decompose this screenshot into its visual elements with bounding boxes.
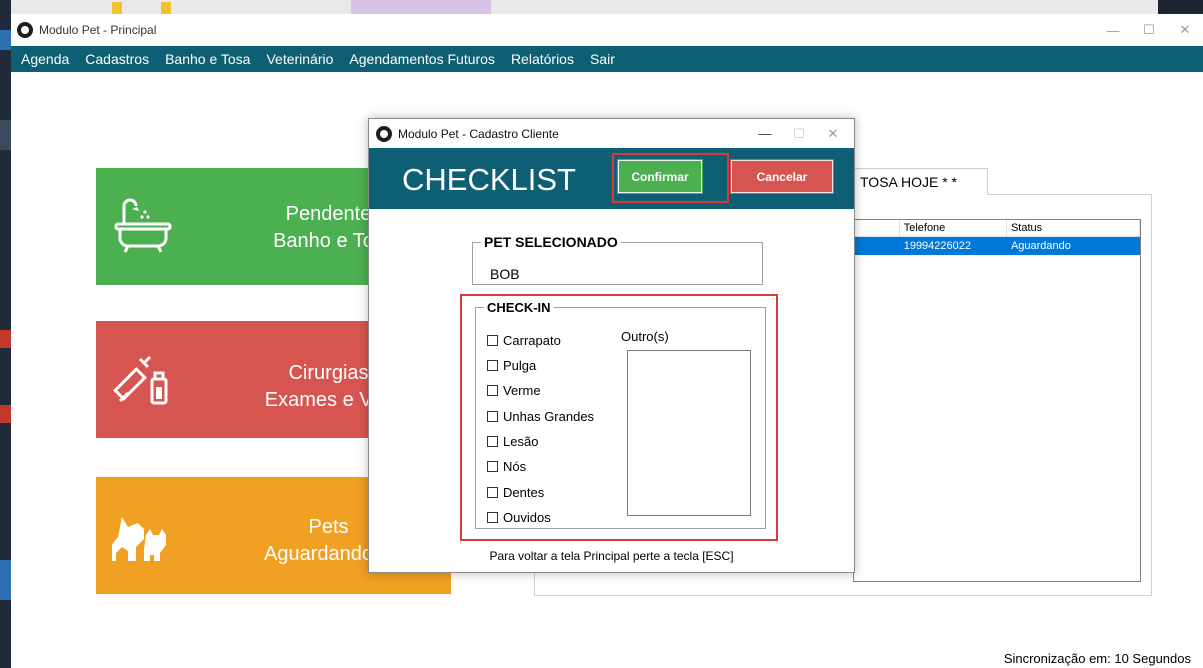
checklist-heading: CHECKLIST [402,162,576,197]
menu-cadastros[interactable]: Cadastros [85,51,149,67]
checkbox-dentes[interactable]: Dentes [487,485,544,500]
pet-name: BOB [490,266,520,282]
row-cell-first [854,237,900,255]
desktop-strip [0,0,11,668]
main-window-controls: — ☐ ✕ [1095,14,1203,46]
checkbox-box[interactable] [487,335,498,346]
minimize-button[interactable]: — [1095,14,1131,46]
checkbox-label: Carrapato [503,333,561,348]
outros-textarea[interactable] [627,350,751,516]
checkbox-box[interactable] [487,461,498,472]
checkbox-lesao[interactable]: Lesão [487,434,538,449]
checkbox-label: Ouvidos [503,510,551,525]
checkbox-box[interactable] [487,411,498,422]
row-cell-status: Aguardando [1010,240,1071,252]
bathtub-icon [114,198,172,253]
sync-status: Sincronização em: 10 Segundos [1003,651,1191,666]
maximize-button[interactable]: ☐ [1131,14,1167,46]
pet-selecionado-group: PET SELECIONADO BOB [472,234,763,285]
checkbox-label: Nós [503,459,527,474]
checkbox-box[interactable] [487,385,498,396]
column-header-first[interactable] [854,220,900,236]
outros-label: Outro(s) [621,329,669,344]
close-button[interactable]: ✕ [1167,14,1203,46]
checkbox-label: Pulga [503,358,537,373]
row-cell-telefone: 19994226022 [903,240,971,252]
checkbox-unhas-grandes[interactable]: Unhas Grandes [487,409,594,424]
cancel-button[interactable]: Cancelar [730,159,834,194]
pet-selecionado-label: PET SELECIONADO [484,234,618,250]
syringe-vial-icon [113,355,168,405]
checkin-group: CHECK-IN Carrapato Pulga Verme Unhas Gra… [475,300,766,529]
dialog-maximize-button[interactable]: ☐ [782,119,816,148]
checkbox-box[interactable] [487,360,498,371]
menu-sair[interactable]: Sair [590,51,615,67]
menu-bar: Agenda Cadastros Banho e Tosa Veterinári… [11,46,1203,72]
checkbox-ouvidos[interactable]: Ouvidos [487,510,551,525]
background-window-strip [11,0,1203,14]
esc-hint: Para voltar a tela Principal perte a tec… [489,549,734,563]
checkbox-label: Dentes [503,485,545,500]
checkbox-carrapato[interactable]: Carrapato [487,333,561,348]
dog-cat-icon [112,517,166,561]
main-titlebar: Modulo Pet - Principal — ☐ ✕ [11,14,1203,46]
menu-banho-e-tosa[interactable]: Banho e Tosa [165,51,250,67]
appointments-list[interactable]: Telefone Status 19994226022 Aguardando [853,219,1141,582]
menu-agenda[interactable]: Agenda [21,51,69,67]
checkbox-pulga[interactable]: Pulga [487,358,536,373]
menu-veterinario[interactable]: Veterinário [266,51,333,67]
dialog-controls: — ☐ ✕ [748,119,850,148]
table-row[interactable]: 19994226022 Aguardando [854,237,1140,255]
checkbox-nos[interactable]: Nós [487,459,526,474]
checkbox-label: Verme [503,383,541,398]
checkbox-label: Lesão [503,434,539,449]
checklist-dialog: Modulo Pet - Cadastro Cliente — ☐ ✕ CHEC… [368,118,855,573]
dialog-title: Modulo Pet - Cadastro Cliente [398,126,559,141]
dialog-close-button[interactable]: ✕ [816,119,850,148]
menu-agendamentos-futuros[interactable]: Agendamentos Futuros [349,51,495,67]
checkbox-box[interactable] [487,436,498,447]
dialog-header: CHECKLIST Confirmar Cancelar [369,148,854,209]
column-header-status[interactable]: Status [1007,220,1141,236]
checkbox-verme[interactable]: Verme [487,383,541,398]
checkbox-box[interactable] [487,487,498,498]
dialog-minimize-button[interactable]: — [748,119,782,148]
checkbox-box[interactable] [487,512,498,523]
tab-tosa-hoje[interactable]: TOSA HOJE * * [849,168,988,195]
menu-relatorios[interactable]: Relatórios [511,51,574,67]
list-header: Telefone Status [854,220,1141,237]
column-header-telefone[interactable]: Telefone [900,220,1007,236]
checkin-label: CHECK-IN [487,300,551,315]
checkbox-label: Unhas Grandes [503,409,595,424]
paw-app-icon [376,125,392,142]
paw-app-icon [17,22,33,38]
main-window-title: Modulo Pet - Principal [39,23,157,37]
confirm-button[interactable]: Confirmar [617,159,703,194]
dialog-titlebar: Modulo Pet - Cadastro Cliente — ☐ ✕ [369,119,854,148]
